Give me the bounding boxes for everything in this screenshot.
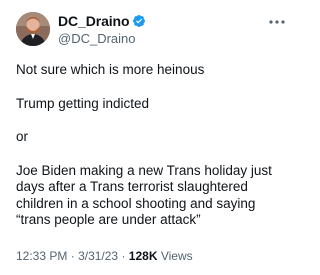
tweet-paragraph: or xyxy=(16,129,29,144)
tweet-paragraph: Trump getting indicted xyxy=(16,95,150,111)
meta-separator: · xyxy=(121,249,126,263)
tweet-paragraph: Joe Biden making a new Trans holiday jus… xyxy=(16,162,272,228)
tweet-paragraph: Not sure which is more heinous xyxy=(16,62,205,77)
author-names: DC_Draino @DC_Draino xyxy=(58,13,146,46)
tweet-card: DC_Draino @DC_Draino Not sure which is m… xyxy=(0,0,300,275)
tweet-header: DC_Draino @DC_Draino xyxy=(16,12,286,48)
author-display-name[interactable]: DC_Draino xyxy=(58,13,130,29)
views-label: Views xyxy=(160,249,193,263)
views-count[interactable]: 128K xyxy=(129,249,158,263)
verified-badge-icon xyxy=(132,14,146,28)
tweet-meta: 12:33 PM · 3/31/23 · 128K Views xyxy=(16,249,193,263)
more-options-icon[interactable] xyxy=(268,14,286,24)
meta-separator: · xyxy=(70,249,75,263)
tweet-date[interactable]: 3/31/23 xyxy=(78,249,118,263)
tweet-text: Not sure which is more heinous Trump get… xyxy=(16,62,288,246)
avatar-image xyxy=(16,12,50,46)
avatar[interactable] xyxy=(16,12,50,46)
tweet-time[interactable]: 12:33 PM xyxy=(16,249,67,263)
author-handle[interactable]: @DC_Draino xyxy=(58,31,146,46)
